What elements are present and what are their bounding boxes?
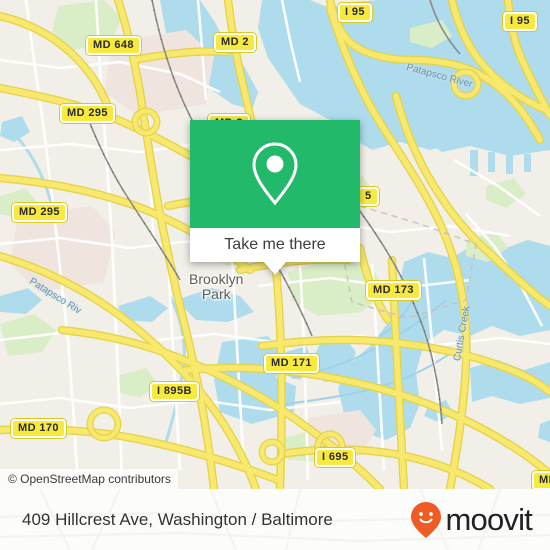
shield-md-2-top[interactable]: MD 2 bbox=[214, 33, 256, 52]
map-pin-icon bbox=[252, 142, 298, 206]
footer-bar: 409 Hillcrest Ave, Washington / Baltimor… bbox=[0, 489, 550, 550]
shield-i-895b[interactable]: I 895B bbox=[150, 382, 199, 401]
shield-md-partial[interactable]: MD bbox=[532, 471, 550, 489]
shield-i-695[interactable]: I 695 bbox=[315, 448, 356, 467]
place-label-brooklyn-park: Brooklyn Park bbox=[189, 271, 244, 302]
shield-i-95-top-left[interactable]: I 95 bbox=[338, 3, 372, 22]
moovit-wordmark: moovit bbox=[445, 501, 532, 537]
osm-attribution[interactable]: © OpenStreetMap contributors bbox=[0, 469, 178, 489]
shield-md-295-left[interactable]: MD 295 bbox=[12, 203, 67, 222]
take-me-there-label: Take me there bbox=[224, 236, 326, 253]
moovit-map-screenshot: Brooklyn Park Patapsco River Patapsco Ri… bbox=[0, 0, 550, 550]
shield-md-295-top[interactable]: MD 295 bbox=[60, 104, 115, 123]
address-label: 409 Hillcrest Ave, Washington / Baltimor… bbox=[22, 509, 333, 529]
location-popup[interactable]: Take me there bbox=[190, 120, 360, 275]
shield-md-171[interactable]: MD 171 bbox=[264, 354, 319, 373]
shield-md-173[interactable]: MD 173 bbox=[366, 281, 421, 300]
popup-header bbox=[190, 120, 360, 228]
shield-md-170[interactable]: MD 170 bbox=[11, 419, 66, 438]
moovit-logo[interactable]: moovit bbox=[410, 501, 533, 539]
shield-md-648[interactable]: MD 648 bbox=[86, 36, 141, 55]
moovit-smiley-pin-icon bbox=[411, 501, 442, 538]
popup-tail bbox=[264, 262, 286, 275]
shield-i-95-hidden[interactable]: 5 bbox=[358, 187, 379, 206]
shield-i-95-top-right[interactable]: I 95 bbox=[503, 12, 537, 31]
take-me-there-button[interactable]: Take me there bbox=[190, 228, 360, 262]
